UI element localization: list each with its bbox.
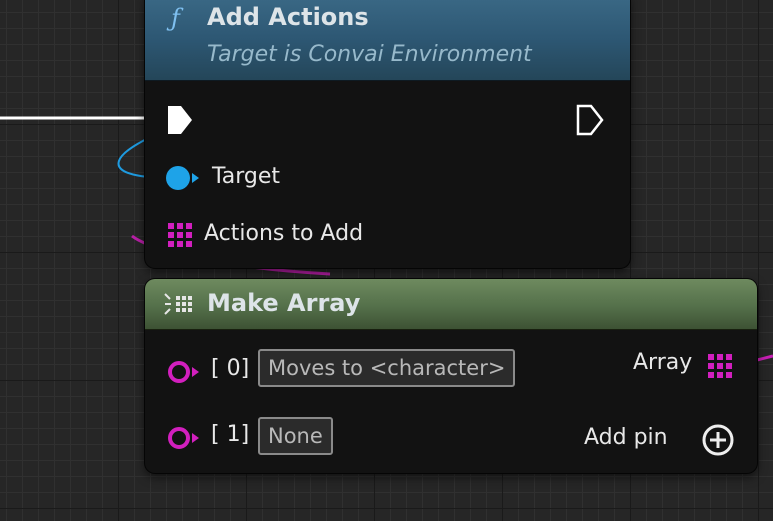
input-index-1: [ 1] — [211, 422, 250, 447]
exec-out-pin-icon[interactable] — [575, 103, 605, 137]
function-icon: ƒ — [171, 4, 180, 32]
add-actions-header[interactable]: ƒ Add Actions Target is Convai Environme… — [145, 0, 630, 81]
add-pin-icon[interactable] — [701, 423, 735, 457]
node-subtitle: Target is Convai Environment — [207, 42, 532, 67]
struct-pin-icon[interactable] — [167, 425, 201, 451]
input-value-1[interactable]: None — [258, 417, 333, 455]
array-pin-icon[interactable] — [167, 222, 193, 248]
node-title: Make Array — [207, 289, 361, 317]
node-title: Add Actions — [207, 3, 369, 31]
exec-in-pin-icon[interactable] — [165, 103, 195, 137]
add-pin-button[interactable]: Add pin — [583, 421, 743, 457]
array-wire-right[interactable] — [756, 354, 773, 362]
actions-to-add-pin-label: Actions to Add — [204, 221, 364, 246]
object-pin-icon[interactable] — [165, 165, 201, 191]
struct-pin-icon[interactable] — [167, 359, 201, 385]
array-output-label: Array — [633, 350, 693, 375]
array-pin-icon[interactable] — [707, 353, 733, 379]
input-index-0: [ 0] — [211, 356, 250, 381]
add-pin-label: Add pin — [584, 425, 668, 450]
make-array-header[interactable]: Make Array — [145, 279, 757, 330]
make-array-node[interactable]: Make Array [ 0] Moves to <character> [ 1… — [145, 279, 757, 473]
input-value-0[interactable]: Moves to <character> — [258, 349, 516, 387]
make-array-icon — [164, 293, 192, 315]
target-pin-label: Target — [212, 164, 281, 189]
add-actions-node[interactable]: ƒ Add Actions Target is Convai Environme… — [145, 0, 630, 268]
